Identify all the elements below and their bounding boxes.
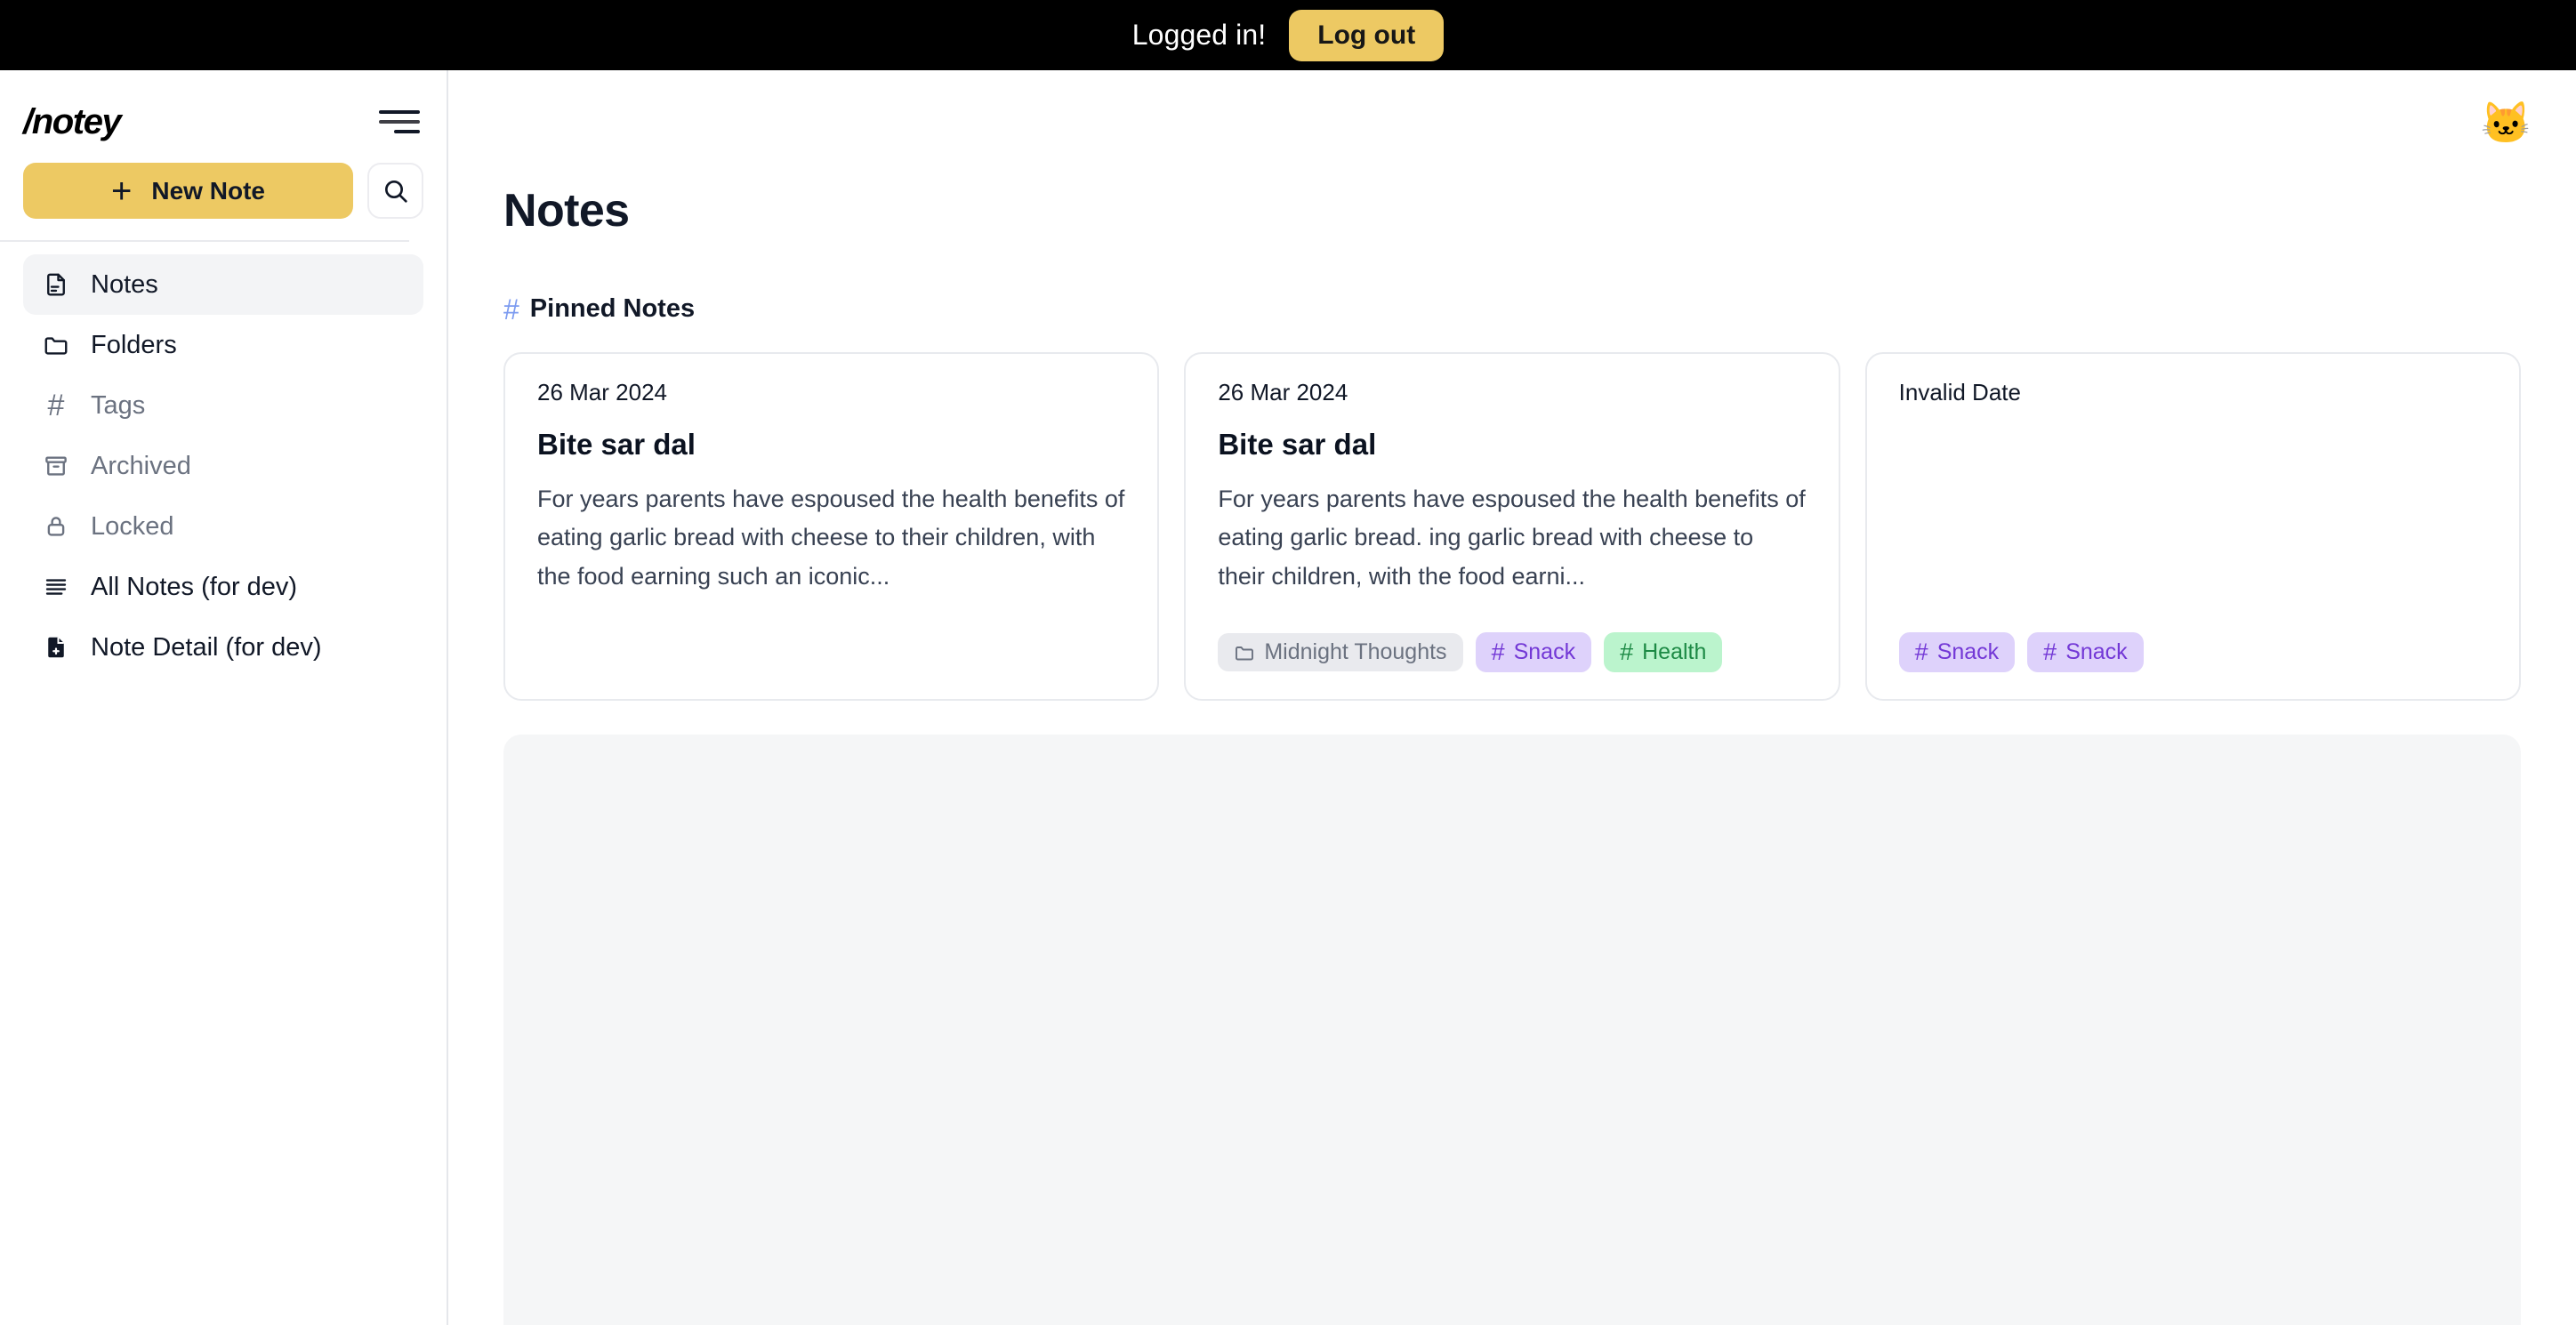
hash-icon: # <box>503 293 519 325</box>
sidebar-item-label: All Notes (for dev) <box>91 572 298 601</box>
tag-chip[interactable]: # Health <box>1604 632 1723 672</box>
sidebar-item-label: Archived <box>91 451 191 480</box>
hamburger-bar-middle <box>379 120 420 124</box>
list-icon <box>41 572 71 602</box>
sidebar-item-label: Tags <box>91 390 146 420</box>
notes-list-panel <box>503 735 2521 1325</box>
folder-chip[interactable]: Midnight Thoughts <box>1218 633 1463 671</box>
chip-label: Snack <box>1513 639 1576 664</box>
new-note-label: New Note <box>151 176 265 205</box>
note-excerpt: For years parents have espoused the heal… <box>1218 486 1806 590</box>
hash-icon: # <box>1620 638 1634 665</box>
sidebar-actions: + New Note <box>0 140 447 219</box>
hamburger-bar-bottom <box>393 130 420 133</box>
plus-icon: + <box>111 171 133 211</box>
note-date: 26 Mar 2024 <box>1218 379 1348 406</box>
hash-icon: # <box>47 389 65 422</box>
note-card[interactable]: 26 Mar 2024 Bite sar dal For years parents… <box>503 352 1160 701</box>
pinned-notes-grid: 26 Mar 2024 Bite sar dal For years parents… <box>503 352 2521 701</box>
avatar[interactable]: 🐱 <box>2481 102 2532 143</box>
note-title: Bite sar dal <box>537 428 696 461</box>
file-text-icon <box>41 269 71 300</box>
lock-icon <box>41 511 71 542</box>
tag-chip[interactable]: # Snack <box>1898 632 2016 672</box>
note-title: Bite sar dal <box>1218 428 1377 461</box>
sidebar-item-locked[interactable]: Locked <box>23 496 423 557</box>
main-content: 🐱 Notes # Pinned Notes 26 Mar 2024 Bite s… <box>448 70 2576 1325</box>
sidebar-item-label: Notes <box>91 269 158 299</box>
search-glyph <box>384 180 407 203</box>
hash-icon: # <box>1914 638 1928 665</box>
chip-label: Health <box>1642 639 1707 664</box>
sidebar-item-tags[interactable]: # Tags <box>23 375 423 436</box>
main-body: Notes # Pinned Notes 26 Mar 2024 Bite sar… <box>448 156 2576 1325</box>
sidebar-header: /notey <box>0 70 447 140</box>
note-tag-list: Midnight Thoughts # Snack # Health <box>1218 632 1806 672</box>
hamburger-icon[interactable] <box>379 107 420 137</box>
note-date: 26 Mar 2024 <box>537 379 667 406</box>
sidebar-item-notes[interactable]: Notes <box>23 254 423 315</box>
sidebar-item-all-notes-for-dev[interactable]: All Notes (for dev) <box>23 557 423 617</box>
app-logo[interactable]: /notey <box>23 104 122 140</box>
pinned-notes-section-header: # Pinned Notes <box>503 294 2521 324</box>
chip-label: Snack <box>2065 639 2128 664</box>
page-title: Notes <box>503 185 630 237</box>
app-shell: /notey + New Note Notes Folders # Tags Archi… <box>0 70 2576 1325</box>
log-out-button[interactable]: Log out <box>1289 9 1445 61</box>
sidebar-divider <box>0 240 409 242</box>
auth-banner: Logged in! Log out <box>0 0 2576 70</box>
hash-icon: # <box>1491 638 1505 665</box>
new-note-button[interactable]: + New Note <box>23 163 353 219</box>
section-label: Pinned Notes <box>529 294 696 323</box>
folder-icon <box>41 330 71 360</box>
note-card[interactable]: Invalid Date # Snack # Snack <box>1864 352 2521 701</box>
note-tag-list: # Snack # Snack <box>1898 632 2487 672</box>
hamburger-bar-top <box>379 110 420 114</box>
tag-chip[interactable]: # Snack <box>1475 632 1592 672</box>
folder-icon <box>1234 642 1255 663</box>
sidebar-item-label: Folders <box>91 330 177 359</box>
main-topbar: 🐱 <box>448 70 2576 156</box>
sidebar-item-archived[interactable]: Archived <box>23 436 423 496</box>
tag-chip[interactable]: # Snack <box>2027 632 2144 672</box>
note-date: Invalid Date <box>1898 379 2021 406</box>
sidebar-item-folders[interactable]: Folders <box>23 315 423 375</box>
chip-label: Midnight Thoughts <box>1264 639 1447 664</box>
note-card[interactable]: 26 Mar 2024 Bite sar dal For years parents… <box>1184 352 1840 701</box>
search-icon[interactable] <box>367 163 423 219</box>
sidebar-item-label: Locked <box>91 511 174 541</box>
sidebar-item-label: Note Detail (for dev) <box>91 632 322 662</box>
auth-status-text: Logged in! <box>1131 19 1267 51</box>
sidebar-item-note-detail-for-dev[interactable]: Note Detail (for dev) <box>23 617 423 678</box>
sidebar: /notey + New Note Notes Folders # Tags Archi… <box>0 70 448 1325</box>
archive-icon <box>41 451 71 481</box>
hash-icon: # <box>2043 638 2057 665</box>
note-excerpt: For years parents have espoused the heal… <box>537 486 1125 590</box>
sidebar-nav: Notes Folders # Tags Archived Locked All Notes… <box>0 254 447 678</box>
chip-label: Snack <box>1936 639 2000 664</box>
file-plus-icon <box>41 632 71 662</box>
